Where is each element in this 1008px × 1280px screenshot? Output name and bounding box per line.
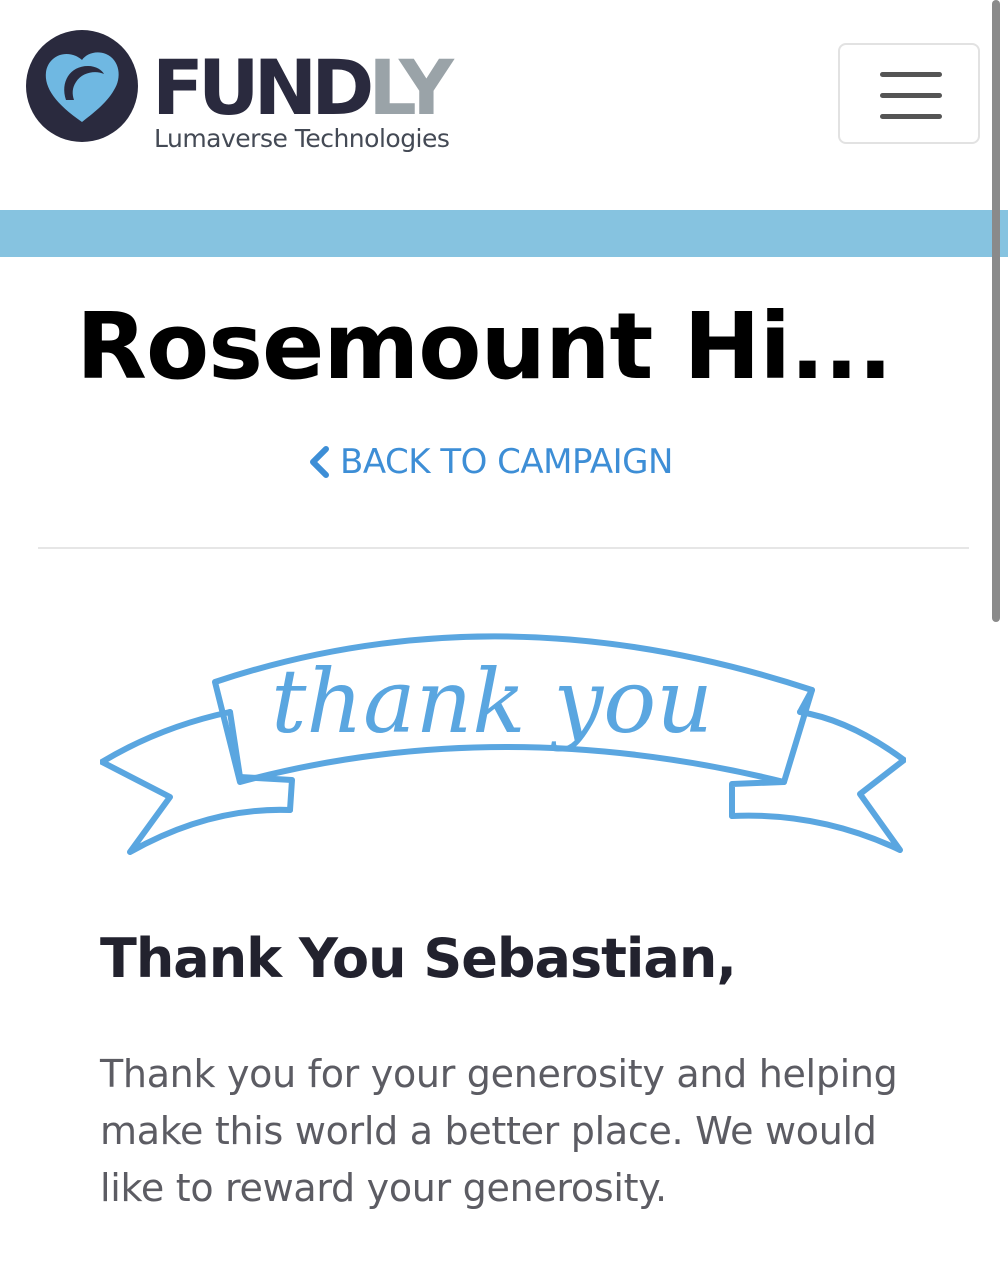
thank-you-heading: Thank You Sebastian, [100,927,737,990]
brand-primary: FUND [152,43,374,132]
chevron-left-icon [310,446,329,478]
thank-you-message: Thank you for your generosity and helpin… [100,1052,898,1210]
banner-text: thank you [271,650,713,753]
site-header: FUNDLY Lumaverse Technologies [0,0,1008,210]
scrollbar[interactable] [992,0,1000,622]
hamburger-menu-icon [880,114,942,119]
hamburger-menu-icon [880,72,942,77]
back-to-campaign-link[interactable]: BACK TO CAMPAIGN [306,438,673,486]
accent-band [0,210,1008,257]
campaign-title: Rosemount Hi... [76,293,893,400]
hamburger-menu-icon [880,93,942,98]
brand-wordmark[interactable]: FUNDLY [152,43,454,132]
thank-you-banner-image: thank you [100,633,906,855]
back-to-campaign-label: BACK TO CAMPAIGN [340,442,673,482]
divider [38,547,969,549]
menu-button[interactable] [838,43,980,144]
heart-icon[interactable] [26,30,138,142]
brand-tagline: Lumaverse Technologies [154,124,450,153]
brand-secondary: LY [368,43,454,132]
